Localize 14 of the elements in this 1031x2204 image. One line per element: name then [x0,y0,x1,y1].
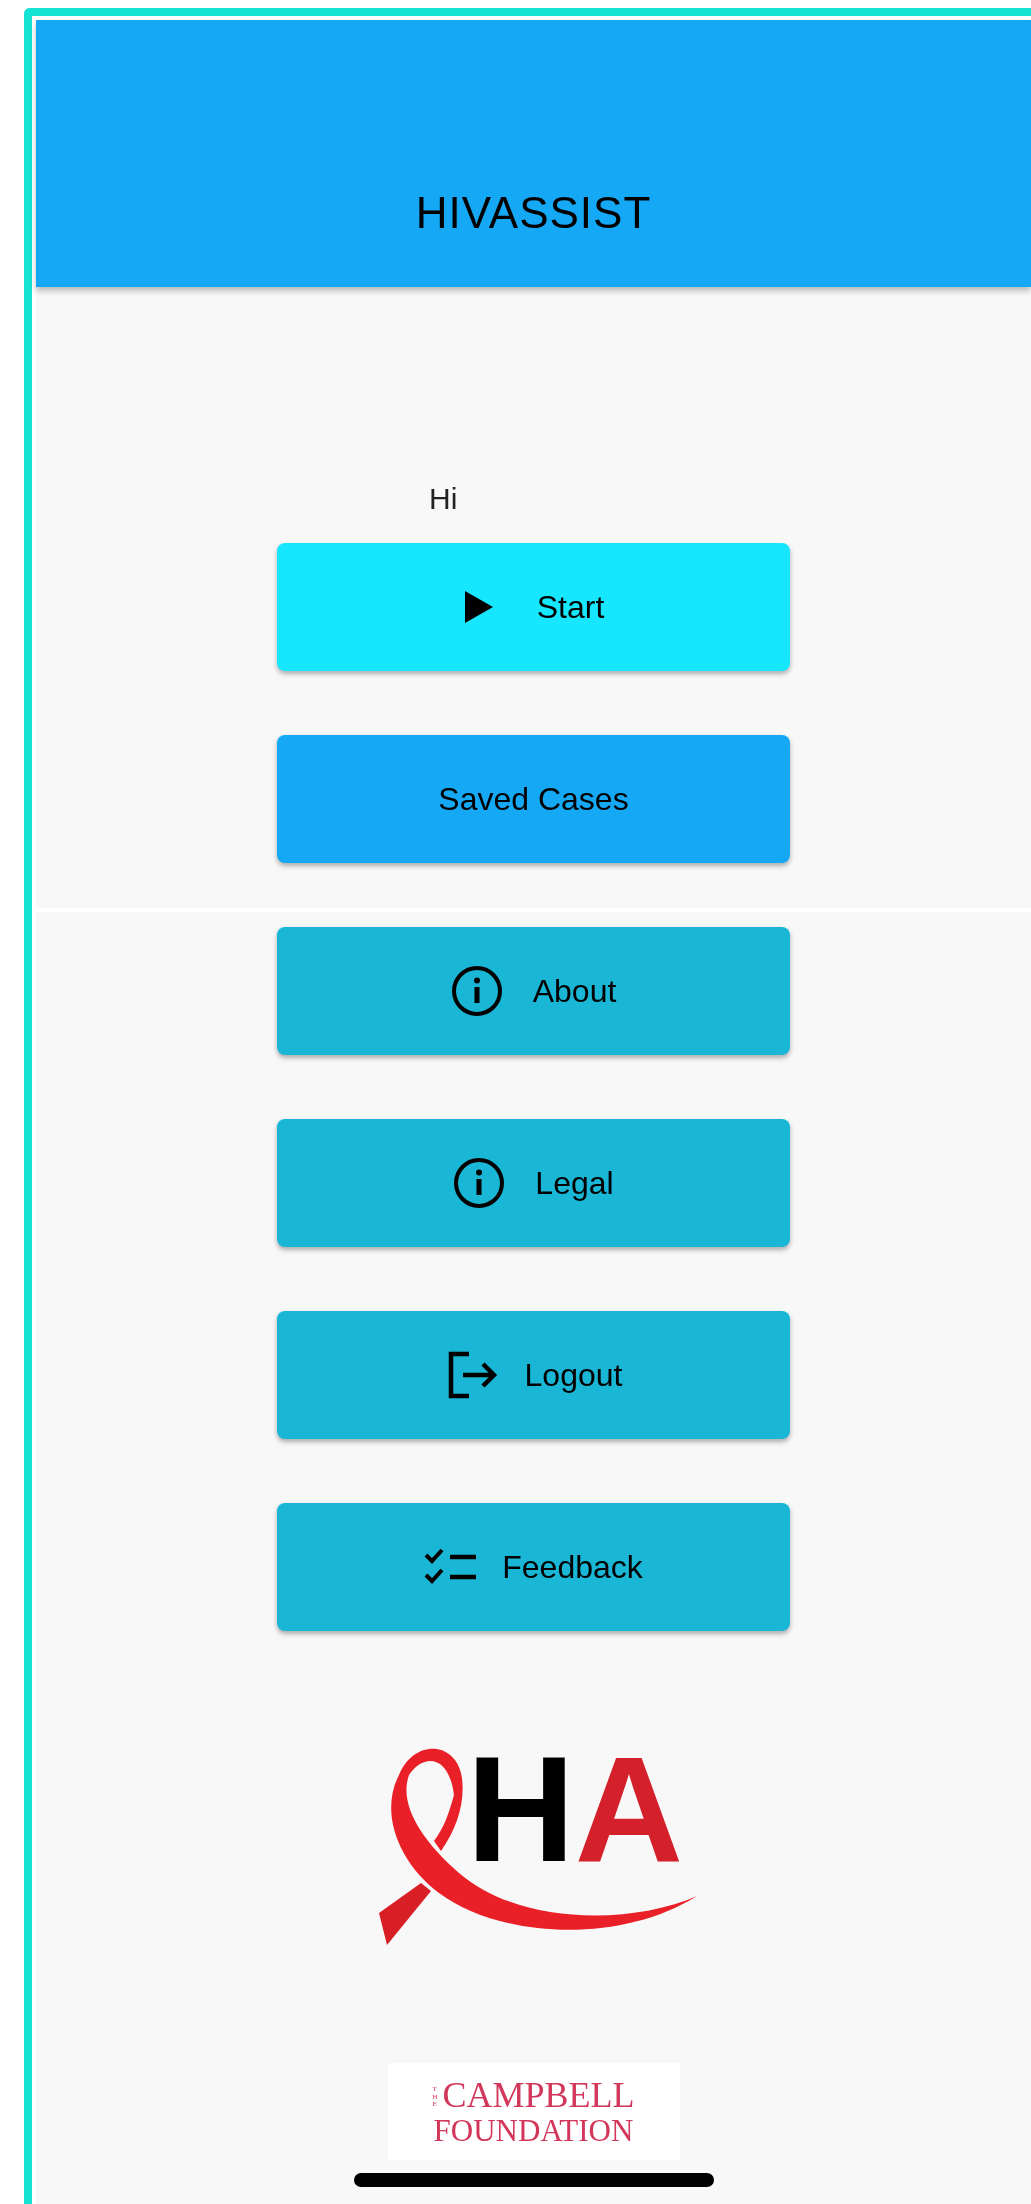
logo-text: CAMPBELL [442,2077,635,2113]
menu-button[interactable]: About [277,927,790,1055]
greeting-text: Hi [429,482,458,515]
menu-button[interactable]: Logout [277,1311,790,1439]
logo-letters: HA [466,1753,684,1865]
menu-button[interactable]: Saved Cases [277,735,790,863]
info-icon [453,1157,506,1209]
logo-text: FOUNDATION [433,2115,634,2146]
menu-button[interactable]: Feedback [277,1503,790,1631]
menu-button[interactable]: Start [277,543,790,671]
info-icon [450,965,503,1017]
menu-button[interactable]: Legal [277,1119,790,1247]
app-title: HIVASSIST [415,191,652,235]
play-icon [462,589,495,625]
